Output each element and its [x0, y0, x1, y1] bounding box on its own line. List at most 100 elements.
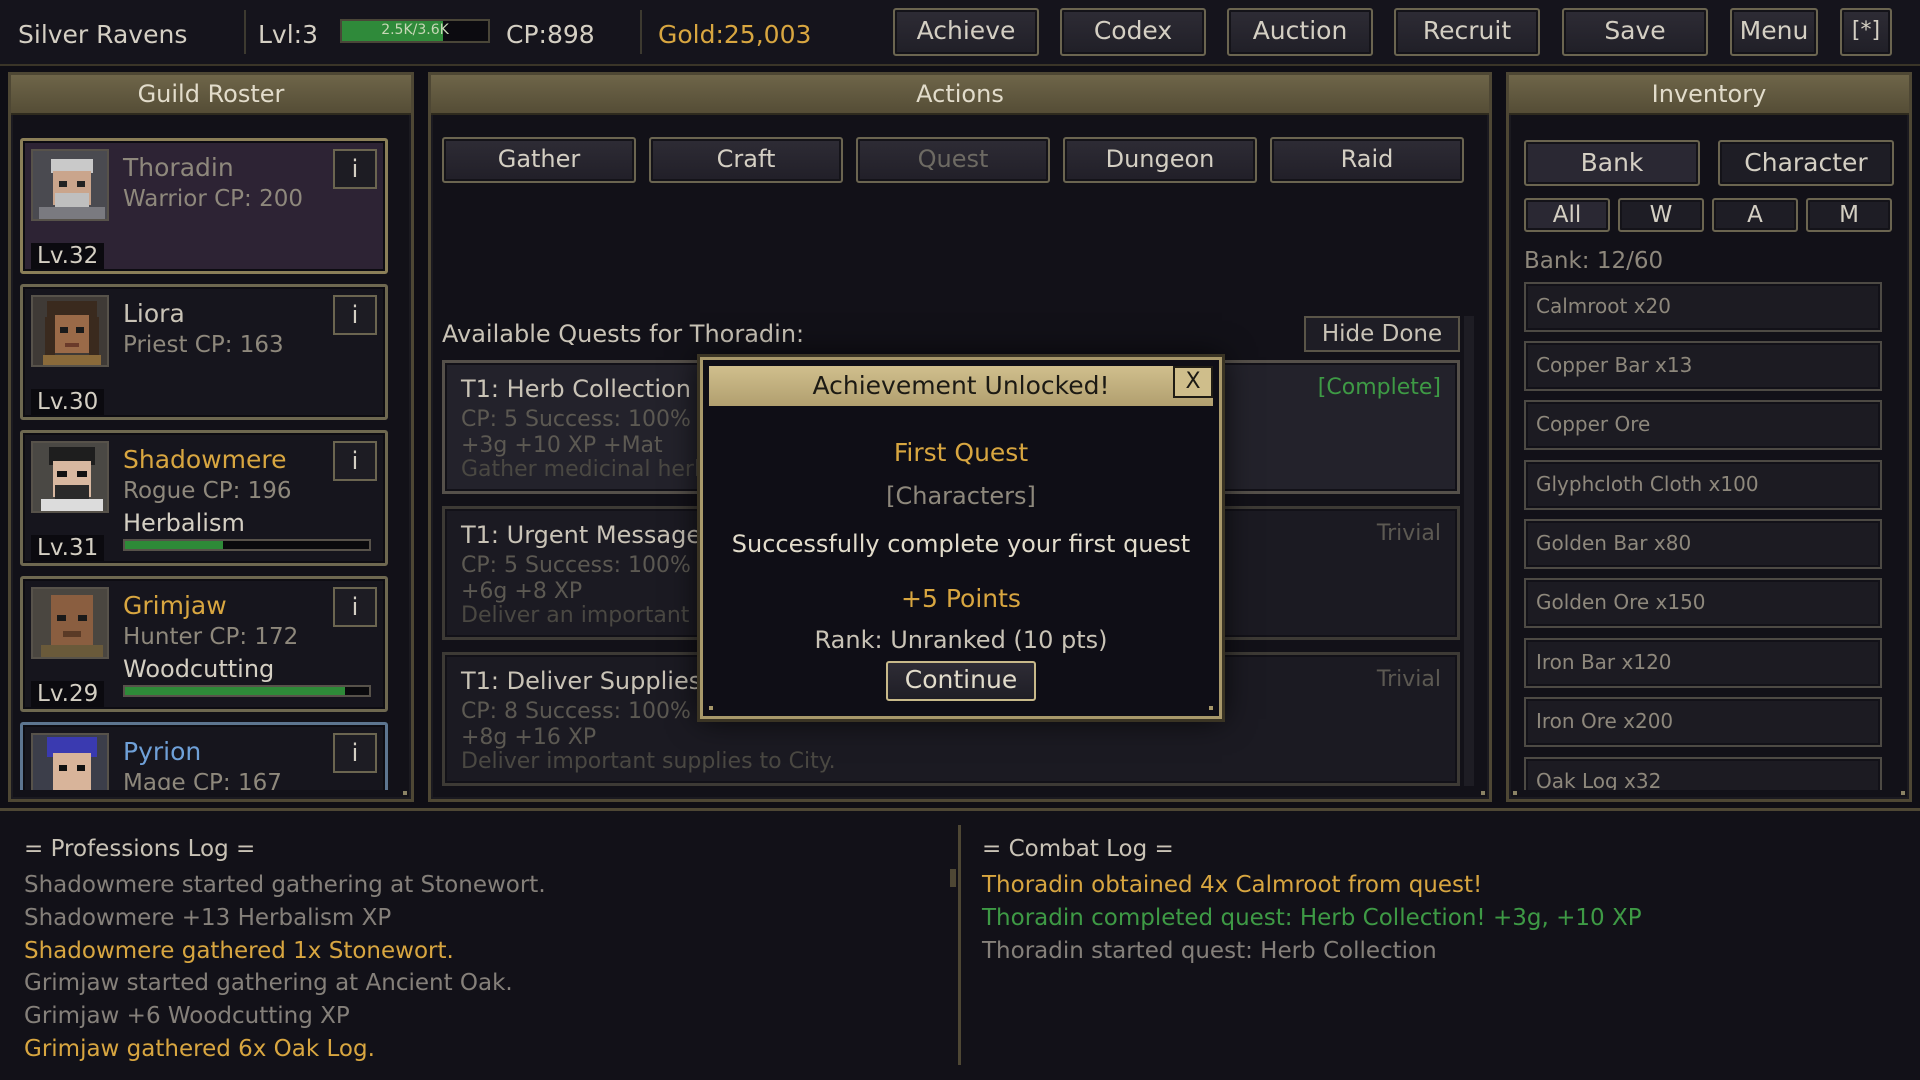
actions-title: Actions — [431, 75, 1489, 115]
member-name: Shadowmere — [123, 445, 287, 474]
quest-rewards: +3g +10 XP +Mat — [461, 433, 663, 458]
tab-craft[interactable]: Craft — [649, 137, 843, 183]
quest-title: T1: Urgent Message — [461, 521, 702, 549]
auction-button[interactable]: Auction — [1227, 8, 1373, 56]
portrait-pyrion — [31, 733, 109, 790]
modal-title: Achievement Unlocked! — [709, 366, 1213, 406]
professions-log-line: Shadowmere started gathering at Stonewor… — [24, 872, 546, 898]
achievement-name: First Quest — [893, 438, 1029, 467]
achieve-button[interactable]: Achieve — [893, 8, 1039, 56]
roster-card-pyrion[interactable]: Pyrion Mage CP: 167 i — [20, 722, 388, 790]
professions-log-line: Grimjaw gathered 6x Oak Log. — [24, 1036, 375, 1062]
roster-clip: Pyrion Mage CP: 167 i — [20, 722, 388, 790]
combat-log-title: = Combat Log = — [982, 836, 1174, 862]
professions-log-line: Shadowmere +13 Herbalism XP — [24, 905, 392, 931]
quest-status: Trivial — [1376, 667, 1441, 692]
recruit-button[interactable]: Recruit — [1394, 8, 1540, 56]
top-bar: Silver Ravens Lvl:3 2.5K/3.6K CP:898 Gol… — [0, 0, 1920, 66]
divider — [640, 10, 642, 54]
combat-log-line: Thoradin completed quest: Herb Collectio… — [982, 905, 1642, 931]
profession-progress-bar — [123, 539, 371, 551]
filter-armor[interactable]: A — [1712, 198, 1798, 232]
tab-bank[interactable]: Bank — [1524, 140, 1700, 186]
settings-toggle-button[interactable]: [*] — [1840, 8, 1892, 56]
member-info-button[interactable]: i — [333, 295, 377, 335]
member-level: Lv.32 — [31, 243, 105, 269]
panel-corner — [1901, 791, 1905, 795]
member-name: Liora — [123, 299, 185, 328]
bank-capacity: Bank: 12/60 — [1524, 248, 1664, 274]
filter-weapons[interactable]: W — [1618, 198, 1704, 232]
quest-description: Deliver important supplies to City. — [461, 749, 836, 774]
guild-cp: CP:898 — [506, 20, 595, 49]
hide-done-button[interactable]: Hide Done — [1304, 316, 1460, 352]
member-level: Lv.30 — [31, 389, 105, 415]
filter-all[interactable]: All — [1524, 198, 1610, 232]
member-name: Thoradin — [123, 153, 234, 182]
log-scroll-handle[interactable] — [950, 869, 956, 887]
quest-rewards: +8g +16 XP — [461, 725, 597, 750]
quest-title: T1: Deliver Supplies — [461, 667, 702, 695]
guild-level: Lvl:3 — [258, 20, 318, 49]
gold-amount: Gold:25,003 — [658, 20, 812, 49]
divider — [244, 10, 246, 54]
member-info-button[interactable]: i — [333, 587, 377, 627]
member-class: Hunter CP: 172 — [123, 624, 299, 650]
tab-raid[interactable]: Raid — [1270, 137, 1464, 183]
portrait-thoradin — [31, 149, 109, 221]
portrait-grimjaw — [31, 587, 109, 659]
tab-character[interactable]: Character — [1718, 140, 1894, 186]
achievement-description: Successfully complete your first quest — [731, 530, 1191, 558]
member-info-button[interactable]: i — [333, 441, 377, 481]
modal-corner — [1209, 706, 1213, 710]
panel-corner — [1513, 791, 1517, 795]
combat-log-line: Thoradin started quest: Herb Collection — [982, 938, 1437, 964]
quest-status: [Complete] — [1317, 375, 1441, 400]
achievement-category: [Characters] — [886, 482, 1036, 510]
tab-gather[interactable]: Gather — [442, 137, 636, 183]
quest-description: Gather medicinal herbs — [461, 457, 720, 482]
log-divider — [958, 825, 961, 1065]
member-info-button[interactable]: i — [333, 733, 377, 773]
quest-scrollbar[interactable] — [1464, 316, 1474, 786]
quest-status: Trivial — [1376, 521, 1441, 546]
achievement-modal: Achievement Unlocked! X First Quest [Cha… — [700, 357, 1222, 719]
roster-title: Guild Roster — [11, 75, 411, 115]
filter-materials[interactable]: M — [1806, 198, 1892, 232]
roster-card-grimjaw[interactable]: Grimjaw Hunter CP: 172 Woodcutting i Lv.… — [20, 576, 388, 712]
member-class: Priest CP: 163 — [123, 332, 284, 358]
modal-corner — [709, 706, 713, 710]
save-button[interactable]: Save — [1562, 8, 1708, 56]
progress-fill — [125, 541, 223, 549]
member-name: Grimjaw — [123, 591, 227, 620]
tab-dungeon[interactable]: Dungeon — [1063, 137, 1257, 183]
professions-log-line: Grimjaw started gathering at Ancient Oak… — [24, 970, 513, 996]
tab-quest[interactable]: Quest — [856, 137, 1050, 183]
member-level: Lv.31 — [31, 535, 105, 561]
achievement-points: +5 Points — [901, 584, 1021, 613]
xp-text: 2.5K/3.6K — [381, 22, 449, 38]
codex-button[interactable]: Codex — [1060, 8, 1206, 56]
modal-close-button[interactable]: X — [1173, 366, 1213, 398]
professions-log-title: = Professions Log = — [24, 836, 256, 862]
profession-progress-bar — [123, 685, 371, 697]
roster-card-shadowmere[interactable]: Shadowmere Rogue CP: 196 Herbalism i Lv.… — [20, 430, 388, 566]
continue-button[interactable]: Continue — [886, 661, 1036, 701]
member-class: Warrior CP: 200 — [123, 186, 303, 212]
menu-button[interactable]: Menu — [1730, 8, 1818, 56]
roster-card-thoradin[interactable]: Thoradin Warrior CP: 200 i Lv.32 — [20, 138, 388, 274]
member-class: Rogue CP: 196 — [123, 478, 292, 504]
quest-description: Deliver an important — [461, 603, 690, 628]
roster-card-liora[interactable]: Liora Priest CP: 163 i Lv.30 — [20, 284, 388, 420]
quest-rewards: +6g +8 XP — [461, 579, 583, 604]
professions-log-line: Grimjaw +6 Woodcutting XP — [24, 1003, 350, 1029]
achievement-rank: Rank: Unranked (10 pts) — [814, 626, 1108, 654]
xp-bar: 2.5K/3.6K — [340, 19, 490, 43]
member-name: Pyrion — [123, 737, 202, 766]
member-info-button[interactable]: i — [333, 149, 377, 189]
professions-log-line: Shadowmere gathered 1x Stonewort. — [24, 938, 454, 964]
progress-fill — [125, 687, 345, 695]
combat-log-line: Thoradin obtained 4x Calmroot from quest… — [982, 872, 1483, 898]
member-class: Mage CP: 167 — [123, 770, 282, 790]
portrait-liora — [31, 295, 109, 367]
